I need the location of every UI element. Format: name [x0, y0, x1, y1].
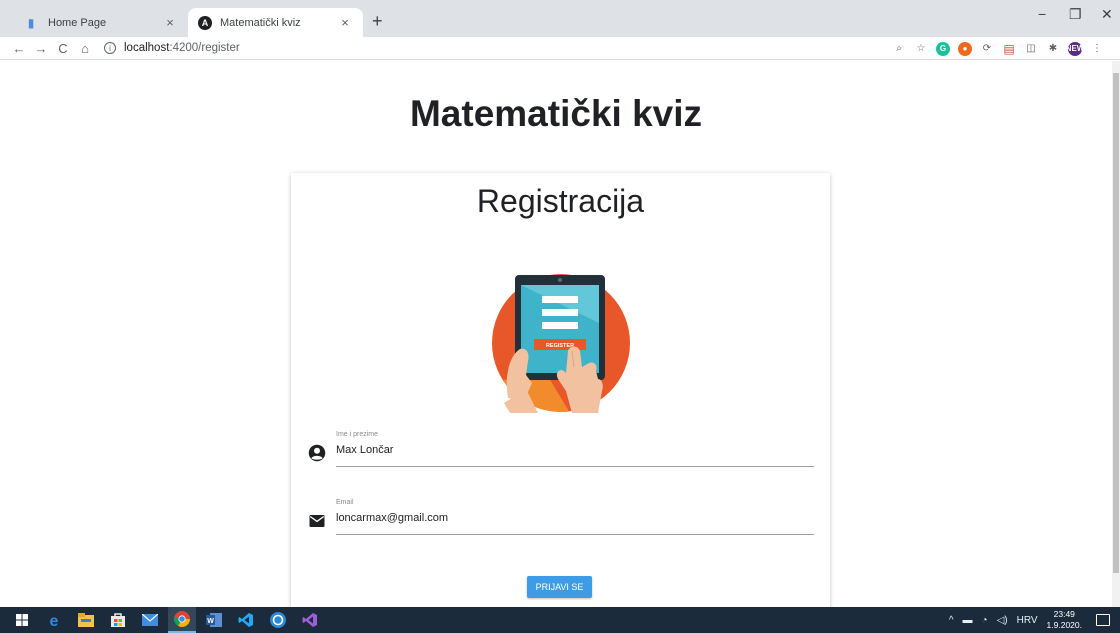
email-input[interactable]: loncarmax@gmail.com	[336, 512, 448, 524]
windows-start-icon[interactable]	[8, 607, 36, 633]
scrollbar-thumb[interactable]	[1113, 73, 1119, 573]
volume-icon[interactable]: ◁)	[997, 615, 1008, 626]
angular-favicon-icon: A	[198, 15, 212, 30]
vscode-icon[interactable]	[232, 607, 260, 633]
page-scrollbar[interactable]	[1112, 61, 1120, 607]
browser-menu-icon[interactable]: ⋮	[1090, 42, 1104, 56]
window-minimize-button[interactable]: −	[1038, 6, 1046, 22]
full-name-field[interactable]: Ime i prezime Max Lončar	[308, 431, 815, 471]
reload-icon[interactable]: C	[52, 41, 74, 56]
svg-text:e: e	[50, 613, 59, 628]
email-underline	[336, 534, 814, 535]
address-path: :4200/register	[169, 42, 240, 54]
window-close-button[interactable]: ✕	[1101, 6, 1113, 23]
action-center-icon[interactable]	[1096, 614, 1110, 626]
extension-toolbar: ⌕ ☆ G ● ⟳ ▤ ◫ ✱ NEW ⋮	[892, 37, 1104, 60]
zoom-icon[interactable]: ⌕	[892, 42, 906, 56]
tray-chevron-up-icon[interactable]: ^	[949, 615, 954, 626]
tab-home-page[interactable]: ▮ Home Page ×	[8, 8, 188, 37]
email-icon	[309, 515, 325, 527]
tab-title: Matematički kviz	[220, 16, 301, 29]
tab-matematicki-kviz[interactable]: A Matematički kviz ×	[188, 8, 363, 37]
page-title: Matematički kviz	[409, 93, 703, 134]
profile-avatar-icon[interactable]: NEW	[1066, 41, 1084, 56]
wifi-icon[interactable]: ◔	[982, 615, 988, 626]
input-language[interactable]: HRV	[1017, 615, 1038, 626]
back-arrow-icon[interactable]: ←	[8, 41, 30, 56]
account-circle-icon	[308, 444, 326, 462]
address-host: localhost	[124, 42, 170, 54]
battery-icon[interactable]: ▬	[963, 615, 973, 626]
store-icon[interactable]	[104, 607, 132, 633]
email-field[interactable]: Email loncarmax@gmail.com	[308, 499, 815, 539]
address-bar[interactable]: i localhost:4200/register	[104, 42, 240, 54]
svg-text:W: W	[207, 618, 214, 625]
extension-orange-icon[interactable]: ●	[958, 41, 972, 56]
grammarly-icon[interactable]: G	[936, 41, 950, 56]
register-tablet-illustration: REGISTER	[492, 274, 630, 413]
email-label: Email	[336, 499, 354, 506]
edge-icon[interactable]: e	[40, 607, 68, 633]
page-viewport: Matematički kviz Registracija REGISTER I…	[0, 61, 1112, 607]
full-name-input[interactable]: Max Lončar	[336, 444, 393, 456]
visual-studio-icon[interactable]	[296, 607, 324, 633]
mail-icon[interactable]	[136, 607, 164, 633]
browser-toolbar: ← → C ⌂ i localhost:4200/register ⌕ ☆ G ● ⟳ ▤…	[0, 37, 1120, 60]
full-name-underline	[336, 466, 814, 467]
home-icon[interactable]: ⌂	[74, 41, 96, 56]
card-title: Registracija	[476, 183, 645, 219]
clock-time: 23:49	[1053, 609, 1075, 619]
new-tab-button[interactable]: +	[372, 12, 383, 30]
registration-card: Registracija REGISTER Ime i prezime Max …	[291, 173, 830, 607]
taskbar-clock[interactable]: 23:49 1.9.2020.	[1047, 609, 1082, 631]
full-name-label: Ime i prezime	[336, 431, 379, 438]
extension-pdf-icon[interactable]: ▤	[1002, 42, 1016, 56]
tab-close-icon[interactable]: ×	[160, 15, 180, 30]
clock-date: 1.9.2020.	[1046, 620, 1082, 630]
windows-taskbar: e W ^ ▬ ◔ ◁) HRV 23:49 1.9.2020.	[0, 607, 1120, 633]
word-icon[interactable]: W	[200, 607, 228, 633]
register-submit-button[interactable]: PRIJAVI SE	[527, 576, 592, 598]
system-tray: ^ ▬ ◔ ◁) HRV 23:49 1.9.2020.	[949, 607, 1120, 633]
window-maximize-button[interactable]: ❐	[1069, 6, 1082, 23]
tab-close-icon[interactable]: ×	[335, 15, 355, 30]
browser-tab-bar: ▮ Home Page × A Matematički kviz × + − ❐…	[0, 0, 1120, 37]
bookmark-star-icon[interactable]: ☆	[914, 42, 928, 56]
tab-title: Home Page	[48, 16, 107, 29]
extension-gray-icon[interactable]: ◫	[1024, 42, 1038, 56]
cortana-icon[interactable]	[264, 607, 292, 633]
extension-sync-icon[interactable]: ⟳	[980, 42, 994, 56]
site-info-icon[interactable]: i	[104, 42, 116, 54]
forward-arrow-icon[interactable]: →	[30, 41, 52, 56]
page-favicon-icon: ▮	[27, 15, 35, 30]
file-explorer-icon[interactable]	[72, 607, 100, 633]
extensions-puzzle-icon[interactable]: ✱	[1046, 42, 1060, 56]
chrome-icon[interactable]	[168, 607, 196, 633]
